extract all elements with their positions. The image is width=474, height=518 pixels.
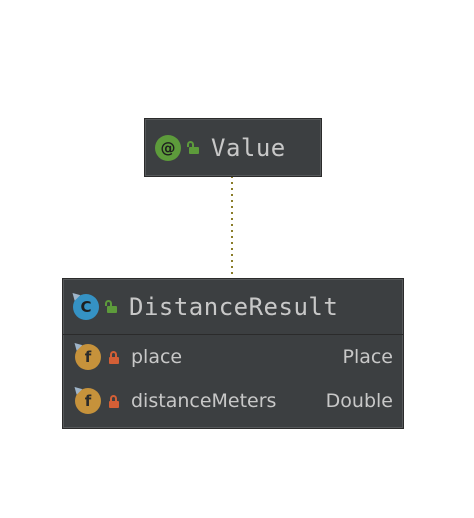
field-type: Double <box>325 390 393 412</box>
annotation-icon: @ <box>155 134 181 161</box>
class-header: C DistanceResult <box>63 279 403 335</box>
field-icon-glyph: f <box>84 392 92 410</box>
annotation-name: Value <box>211 133 286 162</box>
class-name: DistanceResult <box>129 292 339 321</box>
class-icon: C <box>69 289 99 320</box>
class-node-distanceresult[interactable]: C DistanceResult f place Place f distanc… <box>62 278 404 429</box>
public-lock-icon <box>105 300 117 313</box>
field-icon-glyph: f <box>84 348 92 366</box>
field-row-distancemeters[interactable]: f distanceMeters Double <box>63 379 403 423</box>
field-icon: f <box>71 340 101 370</box>
annotation-connector <box>231 176 233 278</box>
field-icon: f <box>71 384 101 414</box>
field-name: place <box>131 346 183 368</box>
field-name: distanceMeters <box>131 390 277 412</box>
private-lock-icon <box>109 394 119 408</box>
class-icon-glyph: C <box>80 297 92 316</box>
annotation-header: @ Value <box>145 119 321 176</box>
field-type: Place <box>342 346 393 368</box>
field-row-place[interactable]: f place Place <box>63 335 403 379</box>
annotation-icon-glyph: @ <box>160 138 176 157</box>
private-lock-icon <box>109 350 119 364</box>
public-lock-icon <box>187 141 199 154</box>
annotation-node-value[interactable]: @ Value <box>144 118 322 177</box>
